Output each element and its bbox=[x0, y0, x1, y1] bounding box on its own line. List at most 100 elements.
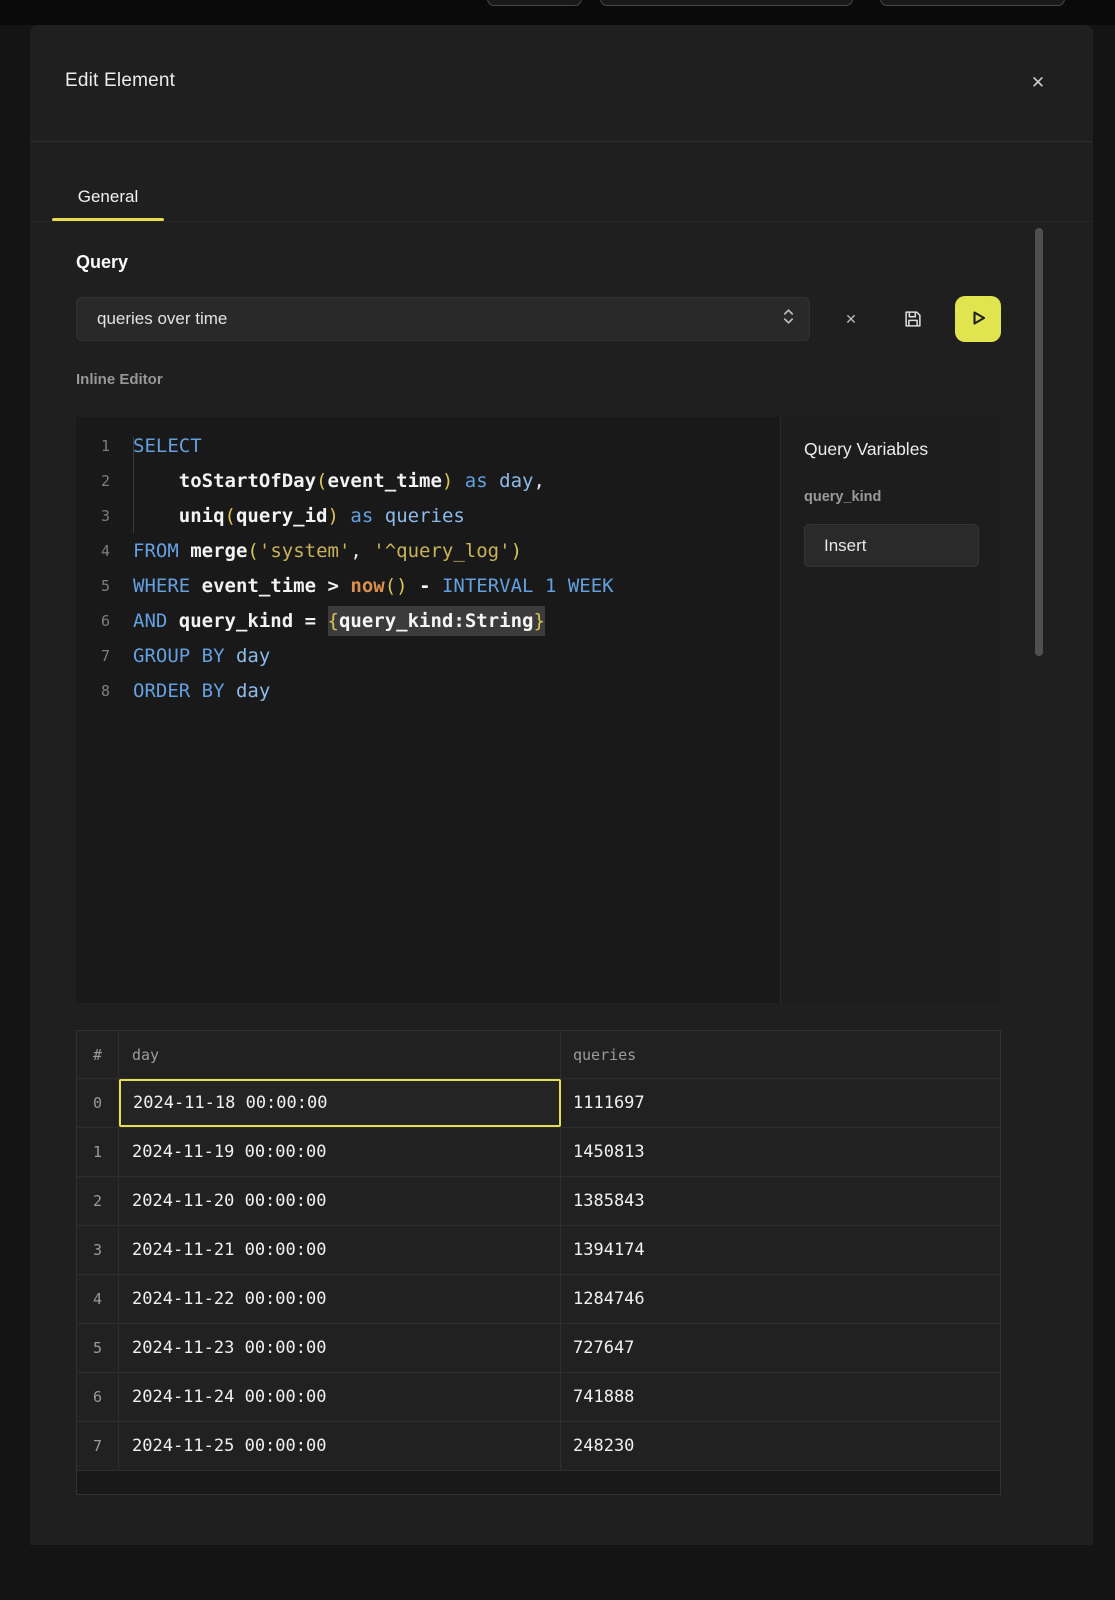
background-button-2[interactable] bbox=[600, 0, 853, 6]
insert-variable-button[interactable]: Insert bbox=[804, 524, 979, 567]
code-token bbox=[133, 470, 179, 492]
table-footer-strip bbox=[77, 1471, 1000, 1494]
code-line[interactable]: 3 uniq(query_id) as queries bbox=[76, 498, 780, 533]
cell-row-index[interactable]: 3 bbox=[77, 1226, 119, 1274]
code-token bbox=[453, 470, 464, 492]
cell-queries[interactable]: 1284746 bbox=[561, 1275, 1000, 1323]
code-line[interactable]: 8ORDER BY day bbox=[76, 673, 780, 708]
code-token: = bbox=[305, 610, 316, 632]
edit-element-modal: Edit Element ✕ General Query queries ove… bbox=[30, 25, 1093, 1545]
cell-queries[interactable]: 1385843 bbox=[561, 1177, 1000, 1225]
line-number: 1 bbox=[76, 437, 110, 455]
table-row: 42024-11-22 00:00:001284746 bbox=[77, 1275, 1000, 1324]
code-line-content: FROM merge('system', '^query_log') bbox=[133, 540, 522, 562]
cell-row-index[interactable]: 4 bbox=[77, 1275, 119, 1323]
code-token: query_kind:String bbox=[339, 606, 533, 636]
line-number: 2 bbox=[76, 472, 110, 490]
cell-day[interactable]: 2024-11-18 00:00:00 bbox=[119, 1079, 561, 1127]
cell-queries[interactable]: 727647 bbox=[561, 1324, 1000, 1372]
code-line[interactable]: 2 toStartOfDay(event_time) as day, bbox=[76, 463, 780, 498]
results-table: # day queries 02024-11-18 00:00:00111169… bbox=[76, 1030, 1001, 1495]
code-token: { bbox=[328, 606, 339, 636]
cell-day[interactable]: 2024-11-21 00:00:00 bbox=[119, 1226, 561, 1274]
code-token: day bbox=[236, 680, 270, 702]
line-number: 6 bbox=[76, 612, 110, 630]
tab-general[interactable]: General bbox=[52, 176, 164, 218]
code-token bbox=[431, 575, 442, 597]
cell-day[interactable]: 2024-11-19 00:00:00 bbox=[119, 1128, 561, 1176]
column-header-queries[interactable]: queries bbox=[561, 1031, 1000, 1078]
table-row: 02024-11-18 00:00:001111697 bbox=[77, 1079, 1000, 1128]
cell-row-index[interactable]: 7 bbox=[77, 1422, 119, 1470]
code-line-content: WHERE event_time > now() - INTERVAL 1 WE… bbox=[133, 575, 614, 597]
save-query-icon[interactable] bbox=[899, 305, 927, 333]
code-token bbox=[190, 575, 201, 597]
code-token: event_time bbox=[202, 575, 316, 597]
cell-row-index[interactable]: 2 bbox=[77, 1177, 119, 1225]
code-token: SELECT bbox=[133, 435, 202, 457]
code-token bbox=[339, 505, 350, 527]
cell-row-index[interactable]: 0 bbox=[77, 1079, 119, 1127]
code-token: ORDER BY bbox=[133, 680, 225, 702]
cell-row-index[interactable]: 1 bbox=[77, 1128, 119, 1176]
query-select[interactable]: queries over time bbox=[76, 297, 810, 341]
code-token: queries bbox=[385, 505, 465, 527]
code-token: () bbox=[385, 575, 408, 597]
column-header-day[interactable]: day bbox=[119, 1031, 561, 1078]
results-tbody: 02024-11-18 00:00:00111169712024-11-19 0… bbox=[77, 1079, 1000, 1471]
code-token bbox=[534, 575, 545, 597]
header-divider bbox=[30, 141, 1093, 142]
cell-day[interactable]: 2024-11-22 00:00:00 bbox=[119, 1275, 561, 1323]
code-token bbox=[293, 610, 304, 632]
code-line[interactable]: 6 AND query_kind = {query_kind:String} bbox=[76, 603, 780, 638]
code-token: merge bbox=[190, 540, 247, 562]
code-line[interactable]: 1 SELECT bbox=[76, 428, 780, 463]
line-number: 3 bbox=[76, 507, 110, 525]
background-top-bar bbox=[0, 0, 1115, 25]
clear-query-icon[interactable]: ✕ bbox=[838, 306, 864, 332]
code-line-content: uniq(query_id) as queries bbox=[133, 505, 465, 527]
code-token: '^query_log' bbox=[373, 540, 510, 562]
play-icon bbox=[966, 306, 990, 333]
code-token bbox=[167, 610, 178, 632]
code-token: > bbox=[328, 575, 339, 597]
cell-day[interactable]: 2024-11-23 00:00:00 bbox=[119, 1324, 561, 1372]
column-header-index[interactable]: # bbox=[77, 1031, 119, 1078]
line-number: 7 bbox=[76, 647, 110, 665]
code-token: day bbox=[236, 645, 270, 667]
chevron-up-down-icon bbox=[782, 307, 795, 331]
modal-scrollbar[interactable] bbox=[1035, 228, 1043, 656]
code-line-content: AND query_kind = {query_kind:String} bbox=[133, 610, 545, 632]
cell-queries[interactable]: 1111697 bbox=[561, 1079, 1000, 1127]
code-token: GROUP BY bbox=[133, 645, 225, 667]
cell-queries[interactable]: 1450813 bbox=[561, 1128, 1000, 1176]
code-token: uniq bbox=[179, 505, 225, 527]
code-editor-area[interactable]: 1 SELECT 2 toStartOfDay(event_time) as day… bbox=[76, 417, 780, 1003]
code-token bbox=[556, 575, 567, 597]
cell-queries[interactable]: 248230 bbox=[561, 1422, 1000, 1470]
background-button-3[interactable] bbox=[880, 0, 1065, 6]
cell-queries[interactable]: 741888 bbox=[561, 1373, 1000, 1421]
close-icon[interactable]: ✕ bbox=[1024, 69, 1052, 97]
code-line[interactable]: 7 GROUP BY day bbox=[76, 638, 780, 673]
background-button-1[interactable] bbox=[487, 0, 582, 6]
indent-guide bbox=[133, 437, 134, 533]
code-token bbox=[339, 575, 350, 597]
code-token: now bbox=[350, 575, 384, 597]
code-token: , bbox=[350, 540, 373, 562]
cell-day[interactable]: 2024-11-20 00:00:00 bbox=[119, 1177, 561, 1225]
cell-day[interactable]: 2024-11-25 00:00:00 bbox=[119, 1422, 561, 1470]
code-line[interactable]: 5WHERE event_time > now() - INTERVAL 1 W… bbox=[76, 568, 780, 603]
code-line-content: ORDER BY day bbox=[133, 680, 270, 702]
modal-title: Edit Element bbox=[65, 70, 175, 92]
cell-row-index[interactable]: 5 bbox=[77, 1324, 119, 1372]
code-token bbox=[408, 575, 419, 597]
run-query-button[interactable] bbox=[955, 296, 1001, 342]
cell-day[interactable]: 2024-11-24 00:00:00 bbox=[119, 1373, 561, 1421]
query-section-heading: Query bbox=[76, 252, 128, 273]
code-line[interactable]: 4FROM merge('system', '^query_log') bbox=[76, 533, 780, 568]
code-token: as bbox=[465, 470, 488, 492]
cell-row-index[interactable]: 6 bbox=[77, 1373, 119, 1421]
cell-queries[interactable]: 1394174 bbox=[561, 1226, 1000, 1274]
code-token: as bbox=[350, 505, 373, 527]
